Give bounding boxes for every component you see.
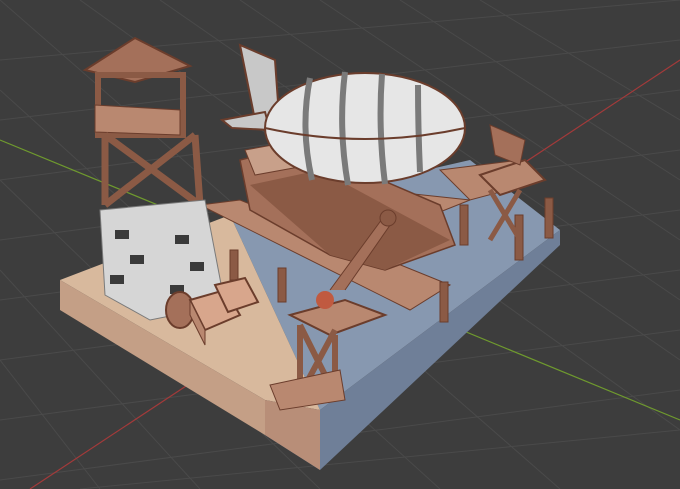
viewport-canvas[interactable] <box>0 0 680 489</box>
sand-base-front <box>265 400 320 470</box>
crane-wheel <box>379 209 397 227</box>
watchtower <box>82 36 226 321</box>
3d-viewport[interactable] <box>0 0 680 489</box>
airship-side-fin <box>219 110 272 132</box>
airship-balloon <box>264 72 466 184</box>
